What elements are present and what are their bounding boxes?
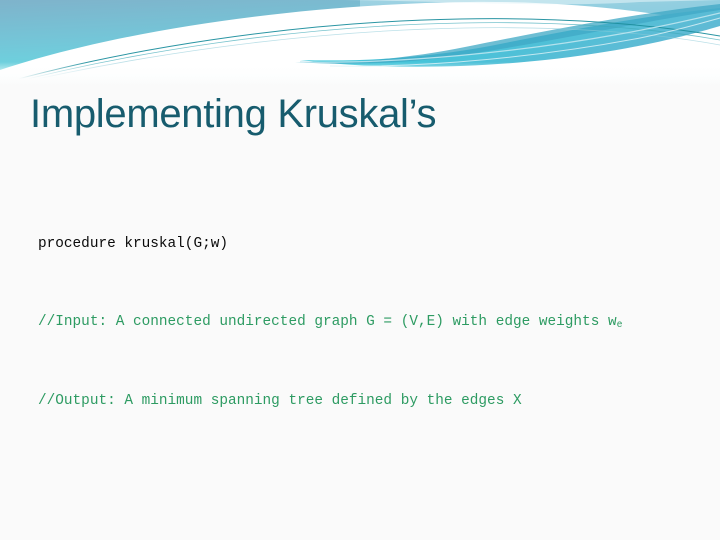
banner-graphic: [0, 0, 720, 86]
code-line-input-comment: //Input: A connected undirected graph G …: [38, 313, 714, 333]
slide: Implementing Kruskal’s procedure kruskal…: [0, 0, 720, 540]
code-line-output-comment: //Output: A minimum spanning tree define…: [38, 392, 714, 412]
comment-text: //Input: A connected undirected graph G …: [38, 314, 617, 331]
pseudocode-block: procedure kruskal(G;w) //Input: A connec…: [38, 176, 714, 540]
comment-text: //Output: A minimum spanning tree define…: [38, 392, 522, 409]
comment-subscript: e: [616, 319, 623, 331]
code-text: procedure kruskal(G;w): [38, 235, 228, 252]
decorative-wave-banner: [0, 0, 720, 86]
page-title: Implementing Kruskal’s: [30, 92, 437, 136]
banner-fade: [0, 62, 720, 86]
code-line-blank-1: [38, 470, 714, 490]
code-line-procedure: procedure kruskal(G;w): [38, 235, 714, 255]
